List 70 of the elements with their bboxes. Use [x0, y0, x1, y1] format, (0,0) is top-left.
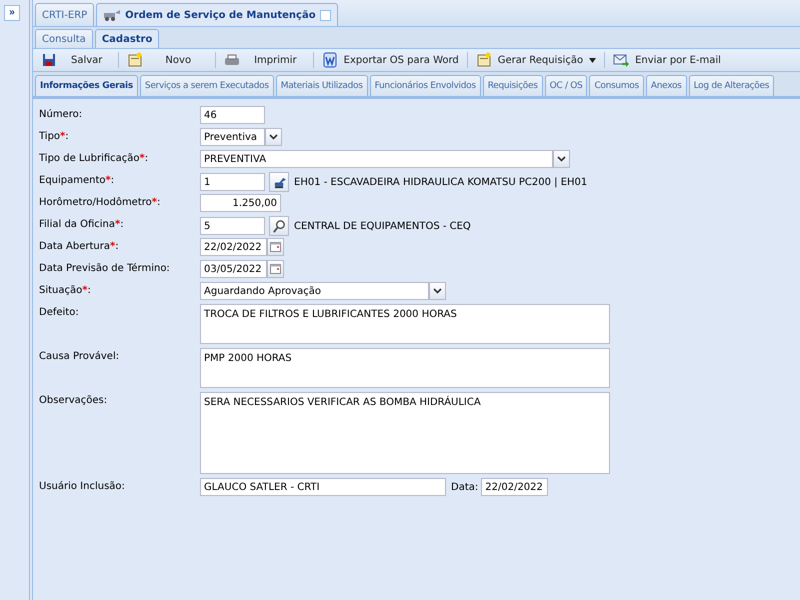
calendar-button[interactable] — [267, 238, 284, 256]
section-tab[interactable]: Log de Alterações — [688, 75, 774, 96]
section-tab[interactable]: Materiais Utilizados — [276, 75, 368, 96]
field-label: Observações: — [39, 394, 108, 406]
text-area[interactable]: SERA NECESSARIOS VERIFICAR AS BOMBA HIDRÁULICA — [200, 392, 610, 474]
email-icon — [613, 52, 630, 68]
save-icon — [41, 52, 57, 68]
calendar-button[interactable] — [267, 260, 284, 278]
lookup-button[interactable] — [269, 216, 289, 236]
toolbar-button[interactable]: Novo — [123, 50, 212, 70]
dropdown-button[interactable] — [265, 128, 282, 146]
dropdown-button[interactable] — [429, 282, 446, 300]
field-label: Data Previsão de Término: — [39, 262, 171, 274]
dropdown-button[interactable] — [553, 150, 570, 168]
calendar-icon — [270, 242, 281, 252]
input-field[interactable]: 46 — [200, 106, 265, 124]
calendar-icon — [270, 264, 281, 274]
field-label: Horômetro/Hodômetro*: — [39, 196, 162, 208]
document-icon — [476, 52, 492, 68]
field-label: Defeito: — [39, 306, 80, 318]
text-area[interactable]: PMP 2000 HORAS — [200, 348, 610, 388]
input-field[interactable]: 1.250,00 — [200, 194, 281, 212]
toolbar-button[interactable]: Exportar OS para Word — [318, 50, 463, 70]
input-field[interactable]: 03/05/2022 — [200, 260, 267, 278]
section-tab[interactable]: Serviços a serem Executados — [140, 75, 274, 96]
field-label: Número: — [39, 108, 84, 120]
mode-tab[interactable]: Cadastro — [94, 29, 160, 48]
toolbar-button[interactable]: Salvar — [37, 50, 114, 70]
field-label: Equipamento*: — [39, 174, 116, 186]
input-field[interactable]: PREVENTIVA — [200, 150, 553, 168]
section-tab[interactable]: OC / OS — [544, 75, 588, 96]
input-field[interactable]: GLAUCO SATLER - CRTI — [200, 478, 446, 496]
field-label: Situação*: — [39, 284, 92, 296]
input-field[interactable]: Aguardando Aprovação — [200, 282, 429, 300]
input-field[interactable]: Preventiva — [200, 128, 265, 146]
section-tab[interactable]: Consumos — [589, 75, 644, 96]
caret-icon — [269, 134, 278, 140]
input-field[interactable]: 1 — [200, 173, 265, 191]
caret-icon — [557, 156, 566, 162]
input-field[interactable]: 22/02/2022 — [200, 238, 267, 256]
section-tab[interactable]: Informações Gerais — [35, 75, 138, 96]
field-label: Usuário Inclusão: — [39, 480, 126, 492]
input-field[interactable]: 5 — [200, 217, 265, 235]
search-icon — [272, 218, 286, 234]
section-tab[interactable]: Anexos — [646, 75, 687, 96]
vehicle-icon — [103, 9, 122, 21]
printer-icon — [224, 52, 240, 68]
toolbar-button[interactable]: Gerar Requisição — [472, 50, 600, 70]
document-icon — [127, 52, 144, 68]
field-description: EH01 - ESCAVADEIRA HIDRAULICA KOMATSU PC200 | EH01 — [294, 176, 588, 188]
caret-icon — [433, 288, 442, 294]
section-tab[interactable]: Funcionários Envolvidos — [370, 75, 481, 96]
field-description: CENTRAL DE EQUIPAMENTOS - CEQ — [294, 220, 471, 232]
text-area[interactable]: TROCA DE FILTROS E LUBRIFICANTES 2000 HORAS — [200, 304, 610, 344]
toolbar-button[interactable]: Enviar por E-mail — [609, 50, 725, 70]
field-label: Data Abertura*: — [39, 240, 120, 252]
input-field[interactable]: 22/02/2022 — [481, 478, 548, 496]
field-label: Causa Provável: — [39, 350, 120, 362]
toolbar-button[interactable]: Imprimir — [220, 50, 309, 70]
field-label: Tipo de Lubrificação*: — [39, 152, 150, 164]
word-icon — [322, 52, 338, 68]
mode-tab[interactable]: Consulta — [35, 29, 93, 48]
field-label: Tipo*: — [39, 130, 70, 142]
expand-button[interactable]: » — [4, 5, 20, 21]
window-tab[interactable]: CRTI-ERP — [35, 3, 94, 26]
window-tab[interactable]: Ordem de Serviço de Manutenção — [96, 3, 338, 26]
lookup-button[interactable] — [269, 172, 289, 192]
field-label: Filial da Oficina*: — [39, 218, 125, 230]
field-label: Data: — [451, 482, 478, 492]
section-tab[interactable]: Requisições — [482, 75, 543, 96]
